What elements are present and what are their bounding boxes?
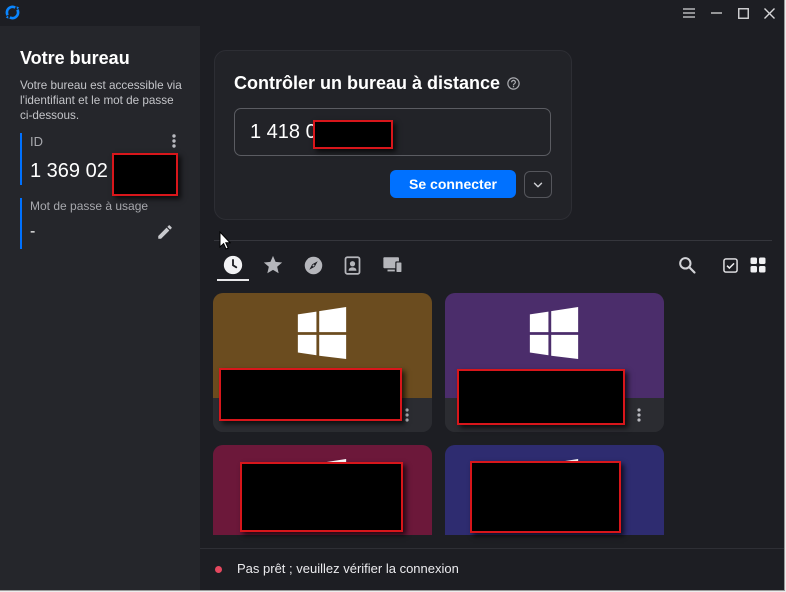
redaction-box <box>240 462 403 532</box>
chevron-down-icon <box>531 178 545 192</box>
sidebar-description: Votre bureau est accessible via l'identi… <box>20 79 182 122</box>
status-indicator <box>215 566 222 573</box>
pencil-icon[interactable] <box>156 223 174 241</box>
more-vert-icon[interactable] <box>635 407 643 423</box>
close-icon[interactable] <box>758 0 780 26</box>
tab-address-book[interactable] <box>338 251 366 279</box>
mouse-cursor-icon <box>219 231 231 250</box>
sidebar-title: Votre bureau <box>20 48 130 68</box>
tab-favorites[interactable] <box>259 251 287 279</box>
minimize-icon[interactable] <box>705 0 727 26</box>
redaction-box <box>219 368 402 421</box>
connect-button[interactable]: Se connecter <box>390 170 516 198</box>
redaction-box <box>313 120 393 149</box>
compass-icon <box>303 255 324 276</box>
star-icon <box>262 254 284 276</box>
redaction-box <box>457 369 625 425</box>
menu-icon[interactable] <box>678 0 700 26</box>
section-divider <box>214 240 772 241</box>
more-vert-icon[interactable] <box>172 134 176 148</box>
status-text: Pas prêt ; veuillez vérifier la connexio… <box>237 561 459 576</box>
windows-logo-icon <box>529 307 579 359</box>
tab-discovered[interactable] <box>299 251 327 279</box>
remote-control-card: Contrôler un bureau à distance Se connec… <box>214 50 572 220</box>
password-value: - <box>30 223 36 240</box>
password-field: Mot de passe à usage - <box>20 198 182 249</box>
rustdesk-logo-icon <box>4 4 21 21</box>
status-bar: Pas prêt ; veuillez vérifier la connexio… <box>200 548 784 590</box>
windows-logo-icon <box>297 307 347 359</box>
address-book-icon <box>342 255 363 276</box>
grid-view-icon[interactable] <box>748 255 768 275</box>
clock-icon <box>222 254 244 276</box>
active-tab-indicator <box>217 279 249 281</box>
checkbox-icon[interactable] <box>720 255 740 275</box>
devices-icon <box>382 254 404 276</box>
tab-recent[interactable] <box>217 251 249 281</box>
redaction-box <box>112 153 178 196</box>
remote-control-title: Contrôler un bureau à distance <box>234 73 501 93</box>
password-label: Mot de passe à usage <box>30 199 149 213</box>
connect-options-button[interactable] <box>524 171 552 198</box>
id-label: ID <box>30 134 43 149</box>
id-value: 1 369 02 <box>30 160 108 182</box>
app-window: Votre bureau Votre bureau est accessible… <box>0 0 785 591</box>
sidebar: Votre bureau Votre bureau est accessible… <box>0 26 200 590</box>
more-vert-icon[interactable] <box>403 407 411 423</box>
redaction-box <box>470 461 621 533</box>
title-bar <box>0 0 784 26</box>
search-icon[interactable] <box>675 253 699 277</box>
help-icon[interactable] <box>506 76 521 91</box>
maximize-icon[interactable] <box>732 0 754 26</box>
tab-devices[interactable] <box>379 251 407 279</box>
